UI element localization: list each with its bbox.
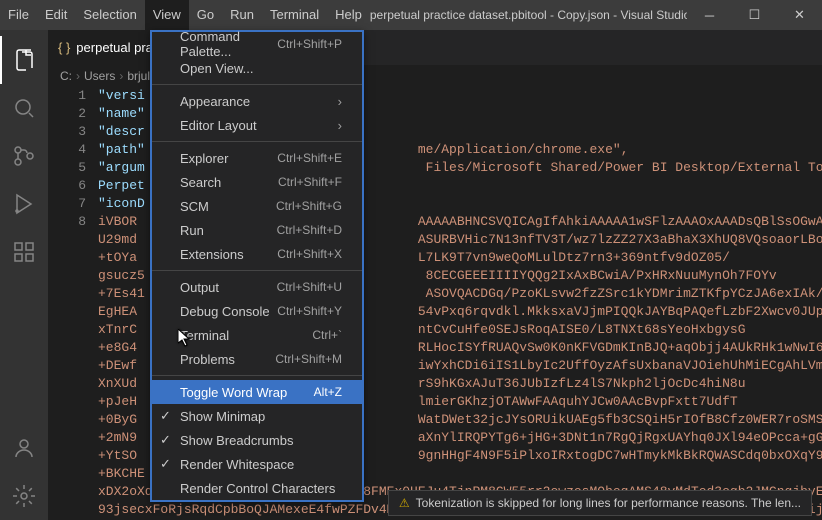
notification-toast[interactable]: ⚠ Tokenization is skipped for long lines…: [388, 490, 812, 516]
menu-item-open-view-[interactable]: Open View...: [152, 56, 362, 80]
menu-item-run[interactable]: RunCtrl+Shift+D: [152, 218, 362, 242]
search-icon[interactable]: [0, 84, 48, 132]
line-gutter: 12345678: [48, 87, 98, 520]
breadcrumb-seg[interactable]: brjul: [127, 69, 150, 83]
menu-item-show-minimap[interactable]: ✓Show Minimap: [152, 404, 362, 428]
menu-run[interactable]: Run: [222, 0, 262, 30]
menu-item-appearance[interactable]: Appearance›: [152, 89, 362, 113]
menu-item-render-whitespace[interactable]: ✓Render Whitespace: [152, 452, 362, 476]
menu-selection[interactable]: Selection: [75, 0, 144, 30]
titlebar: FileEditSelectionViewGoRunTerminalHelp p…: [0, 0, 822, 30]
extensions-icon[interactable]: [0, 228, 48, 276]
window-title: perpetual practice dataset.pbitool - Cop…: [370, 8, 687, 22]
menu-item-extensions[interactable]: ExtensionsCtrl+Shift+X: [152, 242, 362, 266]
menu-item-terminal[interactable]: TerminalCtrl+`: [152, 323, 362, 347]
json-icon: { }: [58, 40, 70, 55]
breadcrumb-seg[interactable]: Users: [84, 69, 115, 83]
breadcrumb-seg[interactable]: C:: [60, 69, 72, 83]
view-menu-dropdown: Command Palette...Ctrl+Shift+POpen View.…: [150, 30, 364, 502]
menu-item-scm[interactable]: SCMCtrl+Shift+G: [152, 194, 362, 218]
window-controls: ─ ☐ ✕: [687, 0, 822, 30]
account-icon[interactable]: [0, 424, 48, 472]
menu-terminal[interactable]: Terminal: [262, 0, 327, 30]
menu-item-show-breadcrumbs[interactable]: ✓Show Breadcrumbs: [152, 428, 362, 452]
menu-file[interactable]: File: [0, 0, 37, 30]
menu-go[interactable]: Go: [189, 0, 222, 30]
scm-icon[interactable]: [0, 132, 48, 180]
minimize-button[interactable]: ─: [687, 0, 732, 30]
menu-help[interactable]: Help: [327, 0, 370, 30]
menu-item-toggle-word-wrap[interactable]: Toggle Word WrapAlt+Z: [152, 380, 362, 404]
menu-item-editor-layout[interactable]: Editor Layout›: [152, 113, 362, 137]
activity-bar: [0, 30, 48, 520]
settings-icon[interactable]: [0, 472, 48, 520]
menu-edit[interactable]: Edit: [37, 0, 75, 30]
menu-item-output[interactable]: OutputCtrl+Shift+U: [152, 275, 362, 299]
warning-icon: ⚠: [399, 496, 410, 510]
menu-item-explorer[interactable]: ExplorerCtrl+Shift+E: [152, 146, 362, 170]
menu-view[interactable]: View: [145, 0, 189, 30]
menubar: FileEditSelectionViewGoRunTerminalHelp: [0, 0, 370, 30]
toast-text: Tokenization is skipped for long lines f…: [416, 496, 801, 510]
menu-item-render-control-characters[interactable]: Render Control Characters: [152, 476, 362, 500]
menu-item-command-palette-[interactable]: Command Palette...Ctrl+Shift+P: [152, 32, 362, 56]
run-icon[interactable]: [0, 180, 48, 228]
explorer-icon[interactable]: [0, 36, 48, 84]
close-button[interactable]: ✕: [777, 0, 822, 30]
maximize-button[interactable]: ☐: [732, 0, 777, 30]
menu-item-search[interactable]: SearchCtrl+Shift+F: [152, 170, 362, 194]
menu-item-debug-console[interactable]: Debug ConsoleCtrl+Shift+Y: [152, 299, 362, 323]
menu-item-problems[interactable]: ProblemsCtrl+Shift+M: [152, 347, 362, 371]
